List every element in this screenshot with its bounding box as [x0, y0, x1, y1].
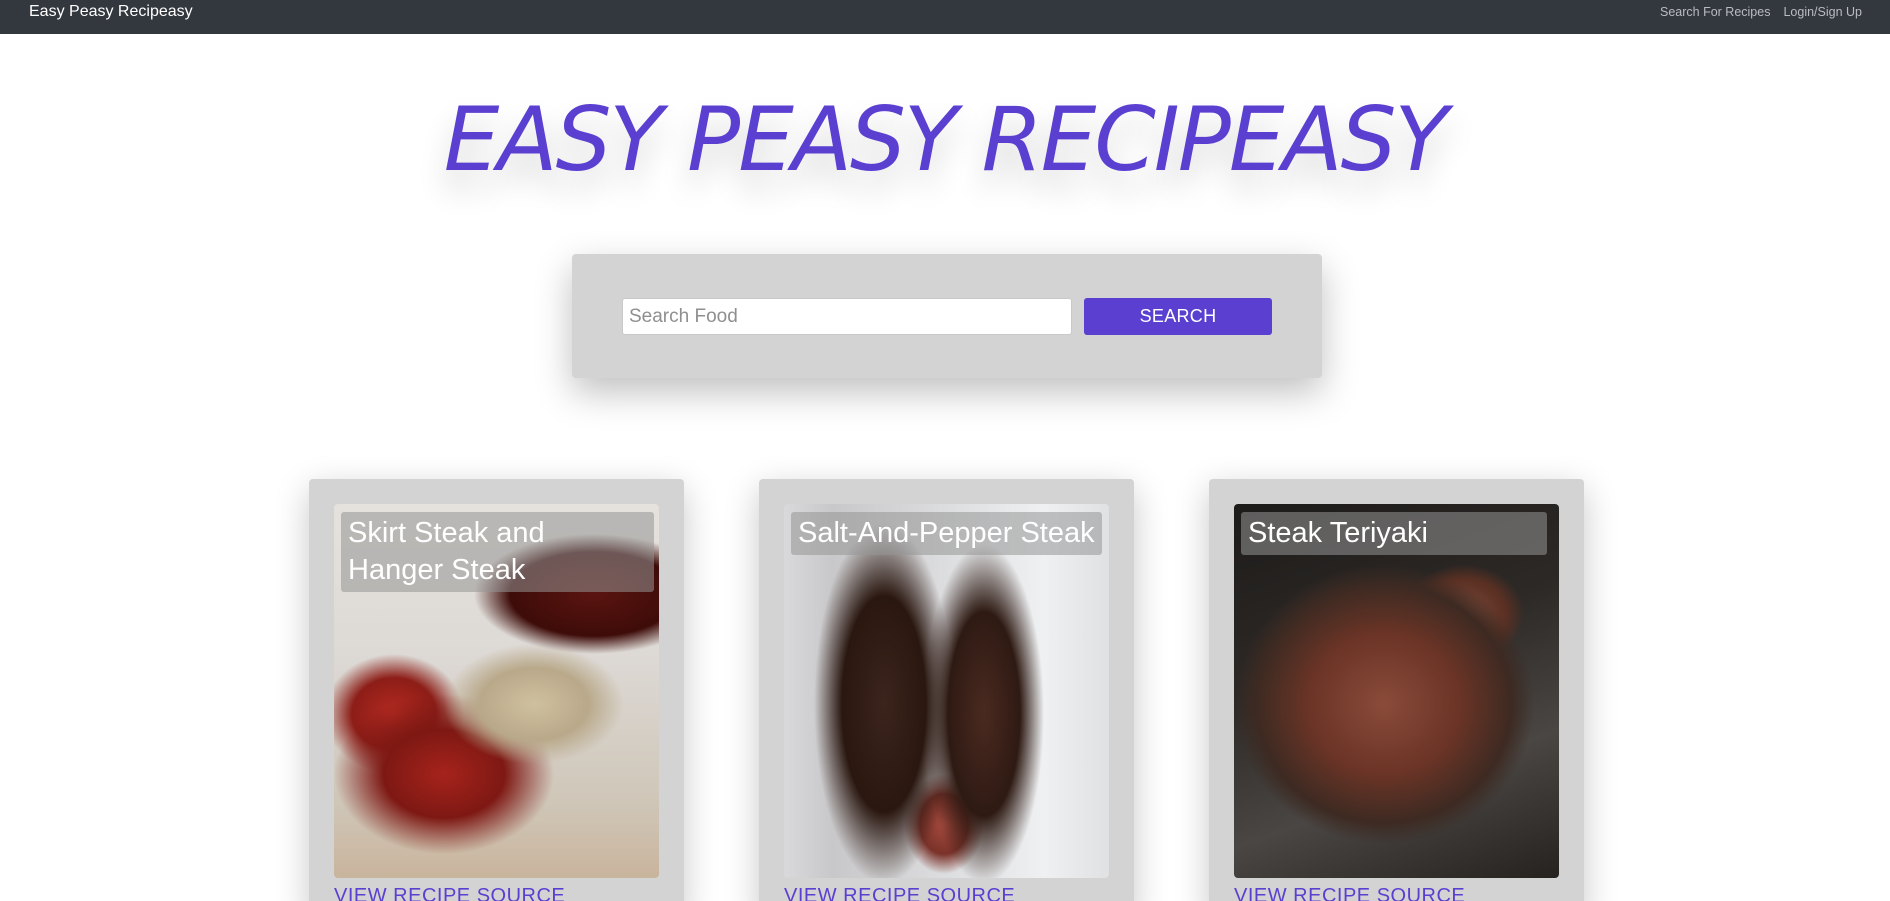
brand-link[interactable]: Easy Peasy Recipeasy	[29, 3, 193, 21]
nav-link-login-signup[interactable]: Login/Sign Up	[1783, 5, 1862, 19]
recipe-card: Steak Teriyaki VIEW RECIPE SOURCE	[1209, 479, 1584, 901]
recipe-image[interactable]: Skirt Steak and Hanger Steak	[334, 504, 659, 878]
recipe-card: Salt-And-Pepper Steak VIEW RECIPE SOURCE	[759, 479, 1134, 901]
navbar: Easy Peasy Recipeasy Search For Recipes …	[0, 0, 1890, 34]
search-input[interactable]	[622, 298, 1072, 335]
search-panel: SEARCH	[572, 254, 1322, 378]
hero-title: EASY PEASY RECIPEASY	[443, 88, 1448, 191]
view-recipe-source-link[interactable]: VIEW RECIPE SOURCE	[334, 885, 565, 901]
nav-link-search-for-recipes[interactable]: Search For Recipes	[1660, 5, 1770, 19]
nav-links: Search For Recipes Login/Sign Up	[1660, 5, 1862, 19]
view-recipe-source-link[interactable]: VIEW RECIPE SOURCE	[784, 885, 1015, 901]
recipe-image[interactable]: Steak Teriyaki	[1234, 504, 1559, 878]
view-recipe-source-link[interactable]: VIEW RECIPE SOURCE	[1234, 885, 1465, 901]
recipe-card: Skirt Steak and Hanger Steak VIEW RECIPE…	[309, 479, 684, 901]
recipe-title: Skirt Steak and Hanger Steak	[341, 512, 654, 592]
recipe-image[interactable]: Salt-And-Pepper Steak	[784, 504, 1109, 878]
recipe-title: Steak Teriyaki	[1241, 512, 1547, 555]
search-button[interactable]: SEARCH	[1084, 298, 1272, 335]
recipe-title: Salt-And-Pepper Steak	[791, 512, 1102, 555]
